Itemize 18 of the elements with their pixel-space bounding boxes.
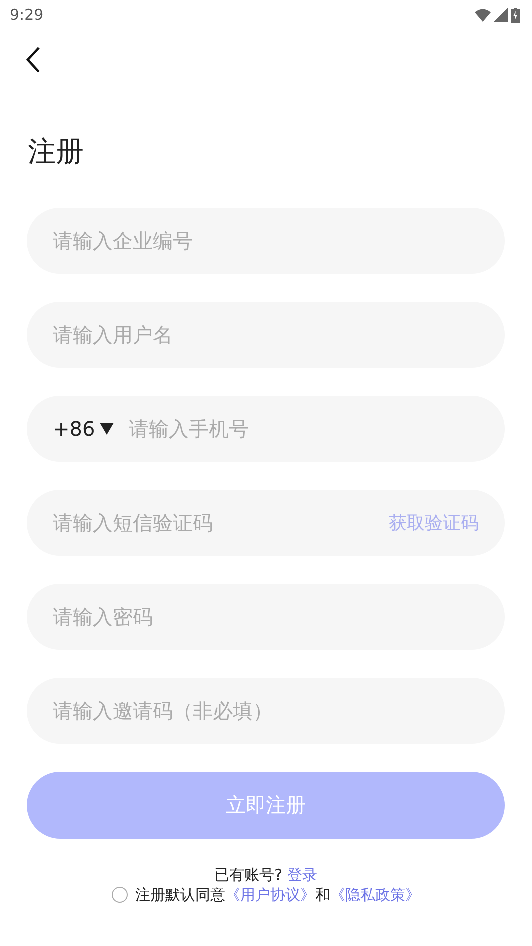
caret-icon[interactable]	[99, 422, 116, 436]
login-prompt: 已有账号? 登录	[214, 865, 318, 885]
input-field[interactable]: 请输入企业编号	[27, 208, 505, 274]
agreement-checkbox[interactable]	[112, 887, 128, 903]
signal-icon	[494, 8, 508, 22]
login-link[interactable]: 登录	[287, 866, 318, 884]
wifi-icon	[475, 8, 491, 22]
password-field[interactable]: 请输入密码	[27, 584, 505, 650]
user-agreement-link[interactable]: 《用户协议》	[226, 886, 316, 904]
status-time: 9:29	[10, 6, 44, 24]
phone-field[interactable]: +86 请输入手机号	[27, 396, 505, 462]
privacy-policy-link[interactable]: 《隐私政策》	[330, 886, 420, 904]
agreement-text: 注册默认同意《用户协议》和《隐私政策》	[136, 885, 420, 905]
country-code[interactable]: +86	[53, 417, 96, 441]
battery-icon	[511, 8, 520, 22]
input-field[interactable]: 请输入邀请码（非必填）	[27, 678, 505, 744]
page-title: 注册	[28, 134, 85, 170]
input-field[interactable]: 请输入用户名	[27, 302, 505, 368]
